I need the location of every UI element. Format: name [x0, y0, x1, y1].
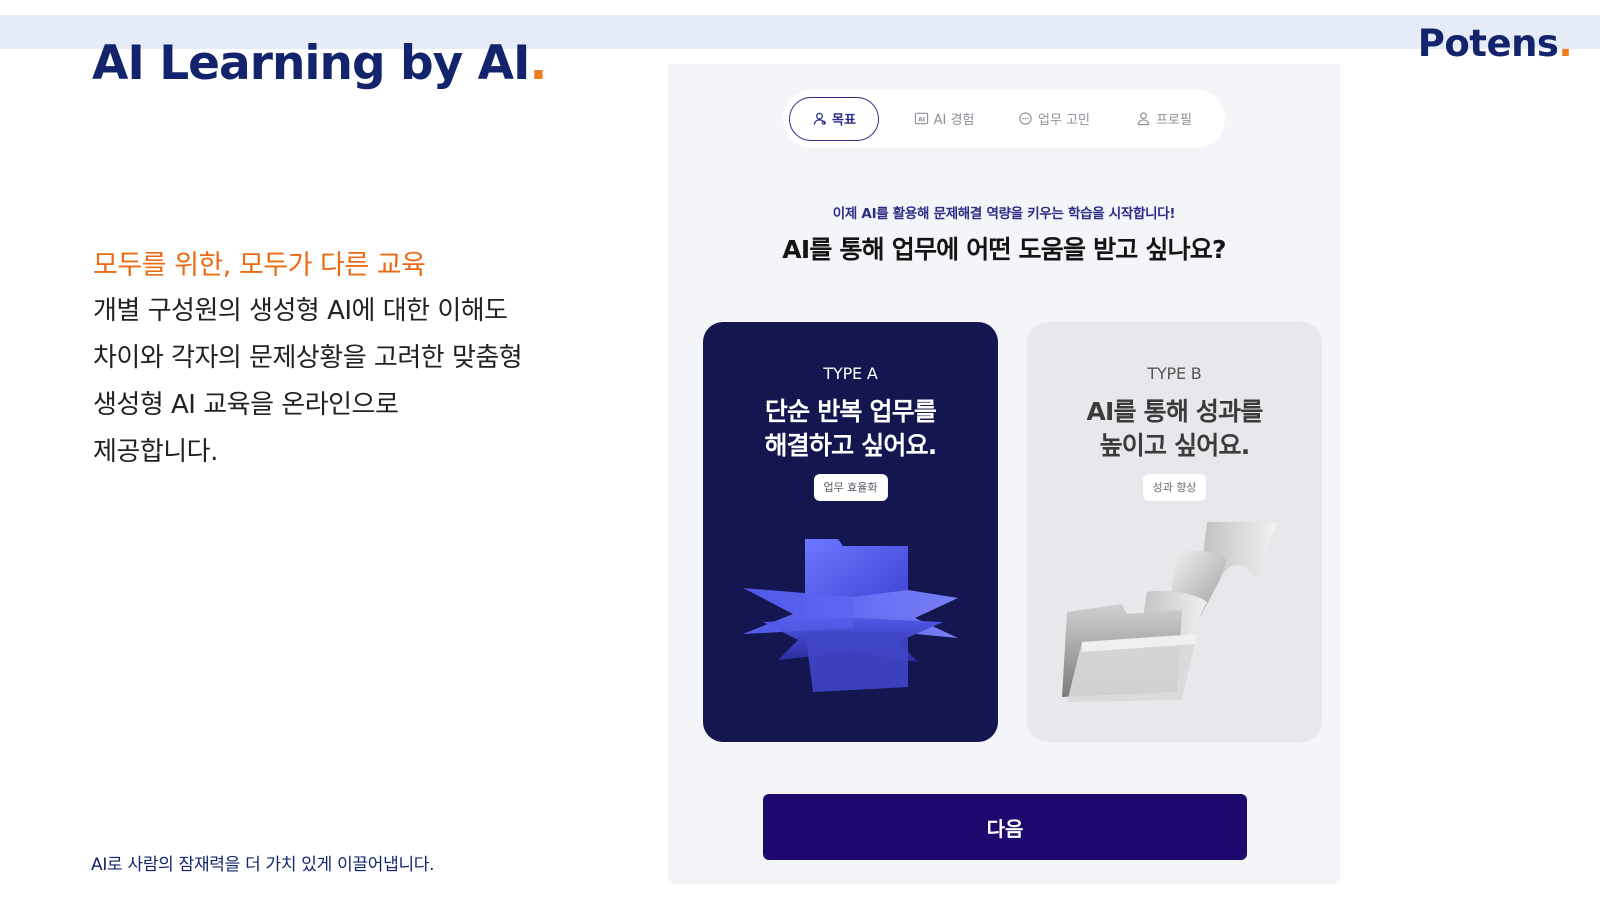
card-type-label: TYPE A	[823, 364, 878, 383]
brand-logo: Potens.	[1417, 22, 1573, 65]
option-card-type-a[interactable]: TYPE A 단순 반복 업무를 해결하고 싶어요. 업무 효율화	[703, 322, 998, 742]
question-heading: AI를 통해 업무에 어떤 도움을 받고 싶나요?	[782, 235, 1226, 264]
blue-folders-illustration	[743, 539, 958, 692]
card-badge: 업무 효율화	[813, 474, 888, 501]
onboarding-tabs: 목표 AI AI 경험 업무 고민 프로필	[783, 89, 1225, 148]
next-button[interactable]: 다음	[763, 794, 1247, 860]
tab-label: 목표	[832, 113, 856, 128]
tab-label: 프로필	[1156, 113, 1192, 128]
user-goal-icon	[813, 112, 826, 125]
brand-accent-dot: .	[1558, 22, 1572, 65]
tab-ai-experience[interactable]: AI AI 경험	[889, 97, 999, 141]
app-screenshot-panel: 목표 AI AI 경험 업무 고민 프로필 이제 AI를 활용해 문제해결 역량…	[668, 64, 1340, 884]
card-type-label: TYPE B	[1147, 364, 1202, 383]
description-line: 차이와 각자의 문제상황을 고려한 맞춤형	[93, 343, 523, 373]
description-line: 제공합니다.	[93, 437, 218, 467]
description-line: 개별 구성원의 생성형 AI에 대한 이해도	[93, 296, 508, 326]
option-card-type-b[interactable]: TYPE B AI를 통해 성과를 높이고 싶어요. 성과 향상	[1027, 322, 1322, 742]
description-line: 생성형 AI 교육을 온라인으로	[93, 390, 399, 420]
slide-description: 개별 구성원의 생성형 AI에 대한 이해도 차이와 각자의 문제상황을 고려한…	[93, 288, 593, 476]
footer-tagline: AI로 사람의 잠재력을 더 가치 있게 이끌어냅니다.	[91, 855, 435, 875]
tab-label: AI 경험	[933, 113, 975, 128]
card-title-line: AI를 통해 성과를	[1086, 397, 1263, 426]
chat-bubble-icon	[1019, 112, 1032, 125]
gray-folder-papers-illustration	[1062, 522, 1277, 702]
tab-work-concerns[interactable]: 업무 고민	[999, 97, 1109, 141]
card-title-line: 높이고 싶어요.	[1099, 431, 1251, 460]
intro-text: 이제 AI를 활용해 문제해결 역량을 키우는 학습을 시작합니다!	[832, 206, 1176, 222]
tab-goal[interactable]: 목표	[789, 96, 879, 141]
svg-text:AI: AI	[918, 116, 925, 123]
person-icon	[1137, 112, 1150, 126]
tab-profile[interactable]: 프로필	[1109, 97, 1219, 141]
card-title: AI를 통해 성과를 높이고 싶어요.	[1027, 395, 1322, 463]
title-accent-dot: .	[529, 36, 548, 91]
card-badge: 성과 향상	[1142, 474, 1207, 501]
slide-subheading: 모두를 위한, 모두가 다른 교육	[93, 250, 426, 281]
card-title-line: 해결하고 싶어요.	[764, 431, 937, 460]
card-title-line: 단순 반복 업무를	[764, 397, 937, 426]
ai-box-icon: AI	[914, 112, 928, 125]
tab-label: 업무 고민	[1038, 113, 1090, 128]
card-title: 단순 반복 업무를 해결하고 싶어요.	[703, 395, 998, 463]
slide-title: AI Learning by AI.	[92, 36, 548, 91]
